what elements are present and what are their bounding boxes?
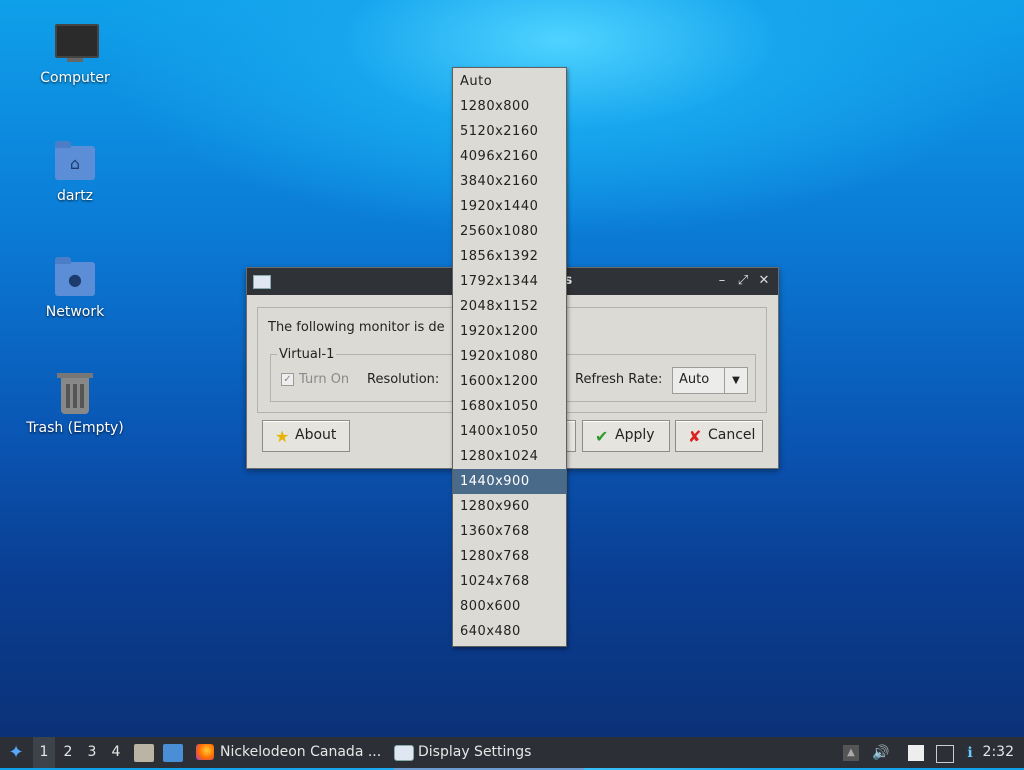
- window-icon: [394, 745, 414, 761]
- workspace-2[interactable]: 2: [57, 737, 79, 768]
- app-menu-icon[interactable]: ✦: [4, 737, 28, 768]
- home-folder-icon: ⌂: [53, 140, 97, 184]
- workspace-1[interactable]: 1: [33, 737, 55, 768]
- resolution-option[interactable]: 2560x1080: [453, 219, 566, 244]
- turn-on-label: Turn On: [299, 372, 350, 387]
- resolution-option[interactable]: 3840x2160: [453, 169, 566, 194]
- computer-icon: [53, 22, 99, 66]
- cancel-button[interactable]: ✘ Cancel: [675, 420, 763, 452]
- tray-up-icon[interactable]: ▲: [843, 745, 859, 761]
- resolution-option[interactable]: 1920x1200: [453, 319, 566, 344]
- clock[interactable]: 2:32: [983, 737, 1014, 768]
- desktop-icon-label: dartz: [56, 188, 94, 204]
- resolution-option[interactable]: 1280x960: [453, 494, 566, 519]
- resolution-option[interactable]: 1920x1440: [453, 194, 566, 219]
- close-button[interactable]: ✕: [755, 272, 773, 290]
- notification-icon[interactable]: ℹ: [962, 745, 978, 761]
- resolution-option[interactable]: 1360x768: [453, 519, 566, 544]
- desktop-icon-home[interactable]: ⌂ dartz: [15, 140, 135, 204]
- apply-button[interactable]: ✔ Apply: [582, 420, 670, 452]
- resolution-option[interactable]: 1400x1050: [453, 419, 566, 444]
- minimize-button[interactable]: –: [713, 272, 731, 290]
- resolution-option[interactable]: 1024x768: [453, 569, 566, 594]
- resolution-label: Resolution:: [367, 372, 440, 387]
- resolution-option[interactable]: 5120x2160: [453, 119, 566, 144]
- maximize-button[interactable]: ⤢: [734, 272, 752, 290]
- firefox-icon: [196, 744, 214, 760]
- monitor-group-title: Virtual-1: [277, 347, 337, 362]
- about-button[interactable]: ★ About: [262, 420, 350, 452]
- resolution-option[interactable]: 1920x1080: [453, 344, 566, 369]
- resolution-option[interactable]: 1680x1050: [453, 394, 566, 419]
- desktop-icon-trash[interactable]: Trash (Empty): [15, 372, 135, 436]
- resolution-option[interactable]: 1440x900: [453, 469, 566, 494]
- chevron-down-icon[interactable]: ▼: [724, 368, 747, 393]
- star-icon: ★: [275, 427, 290, 446]
- network-folder-icon: ●: [53, 256, 97, 300]
- desktop-icon-label: Computer: [40, 70, 110, 86]
- resolution-option[interactable]: 1600x1200: [453, 369, 566, 394]
- refresh-rate-combo[interactable]: Auto ▼: [672, 367, 748, 394]
- workspace-4[interactable]: 4: [105, 737, 127, 768]
- workspace-3[interactable]: 3: [81, 737, 103, 768]
- resolution-option[interactable]: Auto: [453, 69, 566, 94]
- resolution-option[interactable]: 1856x1392: [453, 244, 566, 269]
- refresh-rate-value: Auto: [679, 372, 710, 387]
- resolution-option[interactable]: 1280x800: [453, 94, 566, 119]
- resolution-option[interactable]: 4096x2160: [453, 144, 566, 169]
- network-icon[interactable]: [936, 745, 954, 763]
- resolution-option[interactable]: 1280x768: [453, 544, 566, 569]
- resolution-option[interactable]: 1280x1024: [453, 444, 566, 469]
- resolution-option[interactable]: 640x480: [453, 619, 566, 644]
- task-display-settings[interactable]: Display Settings: [394, 737, 584, 770]
- desktop-icon-label: Trash (Empty): [26, 420, 124, 436]
- check-icon: ✔: [595, 427, 609, 446]
- desktop-icon-computer[interactable]: Computer: [15, 22, 135, 86]
- intro-text: The following monitor is de: [268, 320, 445, 335]
- file-manager-icon[interactable]: [134, 744, 154, 762]
- trash-icon: [53, 372, 97, 416]
- resolution-dropdown-list[interactable]: Auto 1280x800 5120x2160 4096x2160 3840x2160 1…: [452, 67, 567, 647]
- turn-on-checkbox[interactable]: ✓: [281, 373, 294, 386]
- volume-icon[interactable]: 🔊: [872, 745, 889, 761]
- resolution-option[interactable]: 2048x1152: [453, 294, 566, 319]
- taskbar: ✦ 1 2 3 4 Nickelodeon Canada ... Display…: [0, 737, 1024, 770]
- resolution-option[interactable]: 1792x1344: [453, 269, 566, 294]
- desktop-icon-network[interactable]: ● Network: [15, 256, 135, 320]
- refresh-rate-label: Refresh Rate:: [575, 372, 663, 387]
- desktop-icon-label: Network: [45, 304, 105, 320]
- show-desktop-icon[interactable]: [163, 744, 183, 762]
- task-firefox[interactable]: Nickelodeon Canada ...: [196, 737, 381, 768]
- cancel-x-icon: ✘: [688, 427, 702, 446]
- resolution-option[interactable]: 800x600: [453, 594, 566, 619]
- clipboard-icon[interactable]: [908, 745, 924, 761]
